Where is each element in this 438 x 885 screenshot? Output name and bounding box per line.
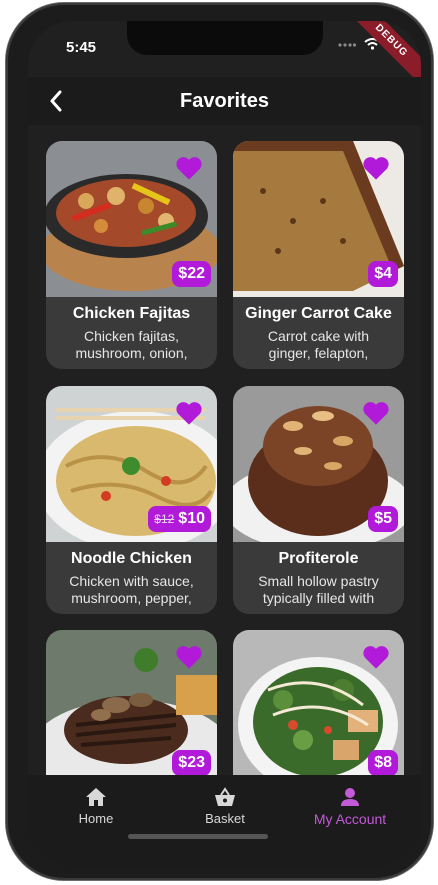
- notch: [127, 21, 323, 55]
- item-description: Small hollow pastry typically filled wit…: [241, 573, 396, 607]
- phone-frame: 5:45 DEBUG Favorites $22 Chicken Fajitas…: [6, 3, 433, 880]
- heart-icon[interactable]: [362, 644, 390, 670]
- price-badge: $4: [368, 261, 398, 287]
- favorite-card[interactable]: $22 Chicken Fajitas Chicken fajitas, mus…: [46, 141, 217, 369]
- heart-icon[interactable]: [175, 644, 203, 670]
- item-name: Ginger Carrot Cake: [245, 305, 392, 322]
- price-value: $4: [374, 265, 392, 282]
- item-name: Chicken Fajitas: [72, 305, 191, 322]
- favorite-card[interactable]: $12 $10 Noodle Chicken Chicken with sauc…: [46, 386, 217, 614]
- app-screen: 5:45 DEBUG Favorites $22 Chicken Fajitas…: [28, 21, 421, 866]
- status-time: 5:45: [66, 39, 97, 56]
- price-value: $10: [178, 510, 205, 527]
- nav-basket[interactable]: Basket: [165, 787, 285, 826]
- basket-icon: [215, 787, 235, 806]
- description-line: Small hollow pastry: [258, 573, 379, 589]
- page-title: Favorites: [180, 89, 269, 112]
- price-value: $5: [374, 510, 392, 527]
- favorite-card[interactable]: $23: [46, 630, 217, 775]
- nav-home-label: Home: [78, 811, 114, 826]
- price-value: $22: [178, 265, 205, 282]
- price-badge: $12 $10: [148, 506, 211, 532]
- description-line: Carrot cake with: [267, 328, 370, 344]
- nav-basket-label: Basket: [205, 811, 245, 826]
- description-line: typically filled with: [262, 590, 375, 606]
- price-badge: $5: [368, 506, 398, 532]
- item-description: Chicken with sauce, mushroom, pepper,: [54, 573, 209, 607]
- chevron-left-icon: [50, 90, 62, 112]
- favorite-card[interactable]: $4 Ginger Carrot Cake Carrot cake with g…: [233, 141, 404, 369]
- favorite-card[interactable]: $5 Profiterole Small hollow pastry typic…: [233, 386, 404, 614]
- heart-icon[interactable]: [175, 155, 203, 181]
- home-icon: [86, 788, 106, 806]
- item-description: Chicken fajitas, mushroom, onion,: [54, 328, 209, 362]
- nav-my-account[interactable]: My Account: [290, 787, 410, 827]
- nav-home[interactable]: Home: [36, 787, 156, 826]
- description-line: mushroom, pepper,: [71, 590, 192, 606]
- heart-icon[interactable]: [362, 155, 390, 181]
- heart-icon[interactable]: [362, 400, 390, 426]
- item-name: Noodle Chicken: [71, 550, 192, 567]
- description-line: Chicken with sauce,: [69, 573, 194, 589]
- favorites-grid: $22 Chicken Fajitas Chicken fajitas, mus…: [28, 125, 421, 775]
- description-line: Chicken fajitas,: [84, 328, 179, 344]
- price-badge: $22: [172, 261, 211, 287]
- price-badge: $23: [172, 750, 211, 775]
- back-button[interactable]: [42, 87, 70, 115]
- price-badge: $8: [368, 750, 398, 775]
- status-icons: [338, 38, 381, 50]
- description-line: mushroom, onion,: [75, 345, 188, 361]
- description-line: ginger, felapton,: [268, 345, 369, 361]
- bottom-navigation: Home Basket My Account: [28, 775, 421, 866]
- price-value: $8: [374, 754, 392, 771]
- nav-my-account-label: My Account: [313, 811, 387, 827]
- app-bar: Favorites: [28, 77, 421, 125]
- home-indicator[interactable]: [128, 834, 268, 839]
- old-price: $12: [154, 512, 175, 526]
- item-name: Profiterole: [278, 550, 359, 567]
- price-value: $23: [178, 754, 205, 771]
- person-icon: [341, 788, 359, 806]
- item-description: Carrot cake with ginger, felapton,: [241, 328, 396, 362]
- signal-icon: [338, 43, 356, 47]
- favorite-card[interactable]: $8: [233, 630, 404, 775]
- heart-icon[interactable]: [175, 400, 203, 426]
